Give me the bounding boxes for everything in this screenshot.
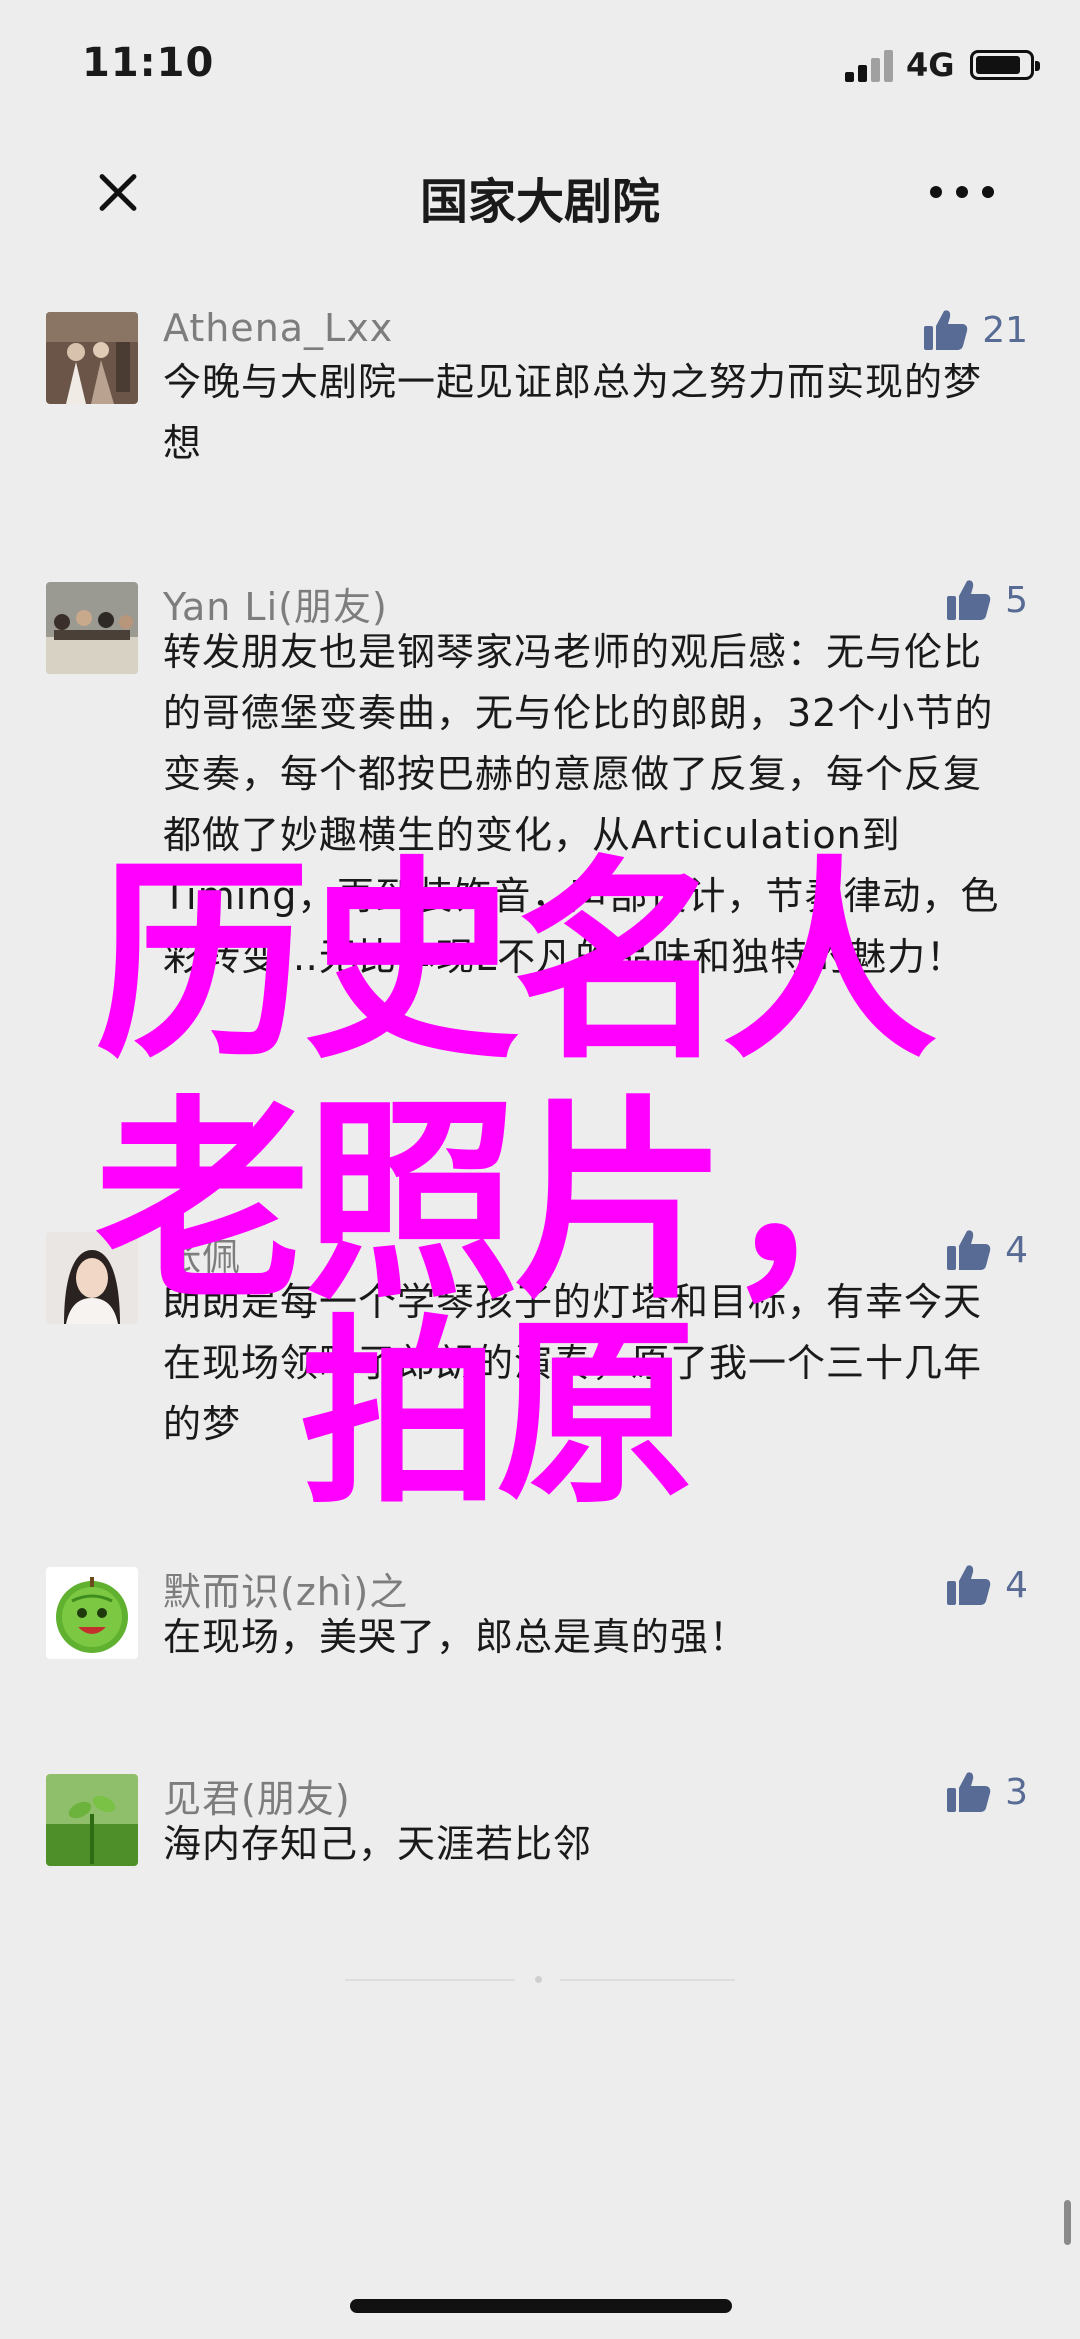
thumbs-up-icon — [947, 580, 991, 620]
like-button[interactable]: 4 — [945, 1228, 1028, 1272]
comment-text: 在现场，美哭了，郎总是真的强！ — [163, 1615, 749, 1659]
like-button[interactable]: 5 — [945, 578, 1028, 622]
like-button[interactable]: 4 — [945, 1563, 1028, 1607]
like-count: 21 — [982, 309, 1028, 351]
more-icon[interactable] — [930, 182, 994, 202]
avatar[interactable] — [46, 1232, 138, 1324]
like-count: 3 — [1005, 1771, 1028, 1813]
comment-item: 默而识(zhì)之 4 在现场，美哭了，郎总是真的强！ — [0, 1565, 1080, 1677]
status-bar: 11:10 4G — [0, 0, 1080, 132]
comment-author[interactable]: Athena_Lxx — [163, 306, 393, 350]
comment-item: 见君(朋友) 3 海内存知己，天涯若比邻 — [0, 1772, 1080, 1884]
home-indicator[interactable] — [350, 2299, 732, 2313]
thumbs-up-icon — [947, 1772, 991, 1812]
comment-text: 转发朋友也是钢琴家冯老师的观后感：无与伦比的哥德堡变奏曲，无与伦比的郎朗，32个… — [163, 630, 1000, 979]
list-end-indicator — [345, 1975, 735, 1985]
comment-text: 海内存知己，天涯若比邻 — [163, 1822, 593, 1866]
avatar[interactable] — [46, 312, 138, 404]
like-count: 4 — [1005, 1564, 1028, 1606]
avatar[interactable] — [46, 582, 138, 674]
comment-item: Athena_Lxx 21 今晚与大剧院一起见证郎总为之努力而实现的梦想 — [0, 306, 1080, 465]
like-count: 5 — [1005, 579, 1028, 621]
comment-item: Yan Li(朋友) 5 转发朋友也是钢琴家冯老师的观后感：无与伦比的哥德堡变奏… — [0, 580, 1080, 1142]
signal-icon — [845, 50, 895, 82]
thumbs-up-icon — [947, 1565, 991, 1605]
comment-item: 张佩 4 朗朗是每一个学琴孩子的灯塔和目标，有幸今天在现场领略了郎朗的演奏，原了… — [0, 1230, 1080, 1446]
avatar[interactable] — [46, 1567, 138, 1659]
like-button[interactable]: 3 — [945, 1770, 1028, 1814]
scrollbar[interactable] — [1064, 2200, 1071, 2245]
battery-icon — [970, 50, 1040, 80]
page-title: 国家大剧院 — [419, 174, 660, 230]
comment-text: 今晚与大剧院一起见证郎总为之努力而实现的梦想 — [163, 360, 983, 465]
comment-text: 朗朗是每一个学琴孩子的灯塔和目标，有幸今天在现场领略了郎朗的演奏，原了我一个三十… — [163, 1280, 983, 1446]
battery-level — [976, 56, 1020, 74]
thumbs-up-icon — [924, 310, 968, 350]
network-label: 4G — [906, 46, 955, 84]
like-count: 4 — [1005, 1229, 1028, 1271]
nav-bar: 国家大剧院 — [0, 132, 1080, 252]
avatar[interactable] — [46, 1774, 138, 1866]
thumbs-up-icon — [947, 1230, 991, 1270]
like-button[interactable]: 21 — [922, 308, 1028, 352]
status-time: 11:10 — [82, 40, 215, 86]
